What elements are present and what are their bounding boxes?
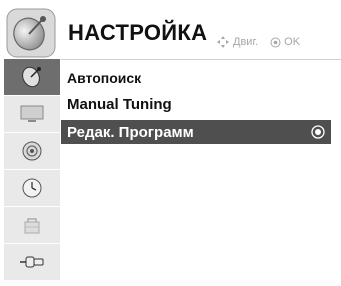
- ok-button-icon: [270, 37, 281, 47]
- setup-menu: НАСТРОЙКА Двиг. OK Автопоиск Manual Tuni…: [0, 0, 341, 286]
- dpad-icon: [217, 36, 229, 48]
- ok-radio-icon: [311, 125, 325, 139]
- plug-icon: [20, 256, 44, 268]
- menu-item-auto-tuning[interactable]: Автопоиск: [61, 66, 331, 90]
- sidebar-item-audio[interactable]: [4, 133, 60, 169]
- sidebar-item-input[interactable]: [4, 244, 60, 280]
- menu-item-programme-edit[interactable]: Редак. Программ: [61, 120, 331, 144]
- menu-header: НАСТРОЙКА Двиг. OK: [0, 0, 341, 62]
- category-sidebar: [4, 59, 60, 286]
- page-title: НАСТРОЙКА: [68, 20, 208, 45]
- sidebar-item-setup[interactable]: [4, 59, 60, 95]
- clock-icon: [22, 178, 42, 198]
- navigation-hint: Двиг. OK: [216, 35, 300, 49]
- hint-move-label: Двиг.: [233, 36, 259, 48]
- sidebar-item-time[interactable]: [4, 170, 60, 206]
- sidebar-item-picture[interactable]: [4, 96, 60, 132]
- hint-ok-label: OK: [284, 36, 301, 48]
- menu-item-label: Редак. Программ: [67, 123, 194, 141]
- menu-item-label: Manual Tuning: [67, 95, 172, 113]
- speaker-icon: [22, 141, 42, 161]
- menu-item-label: Автопоиск: [67, 70, 142, 86]
- satellite-dish-icon: [6, 8, 56, 58]
- satellite-dish-icon: [22, 66, 41, 88]
- panel-divider: [61, 59, 341, 60]
- lock-icon: [24, 218, 40, 234]
- monitor-icon: [20, 105, 44, 122]
- sidebar-item-lock[interactable]: [4, 207, 60, 243]
- menu-item-manual-tuning[interactable]: Manual Tuning: [61, 92, 331, 116]
